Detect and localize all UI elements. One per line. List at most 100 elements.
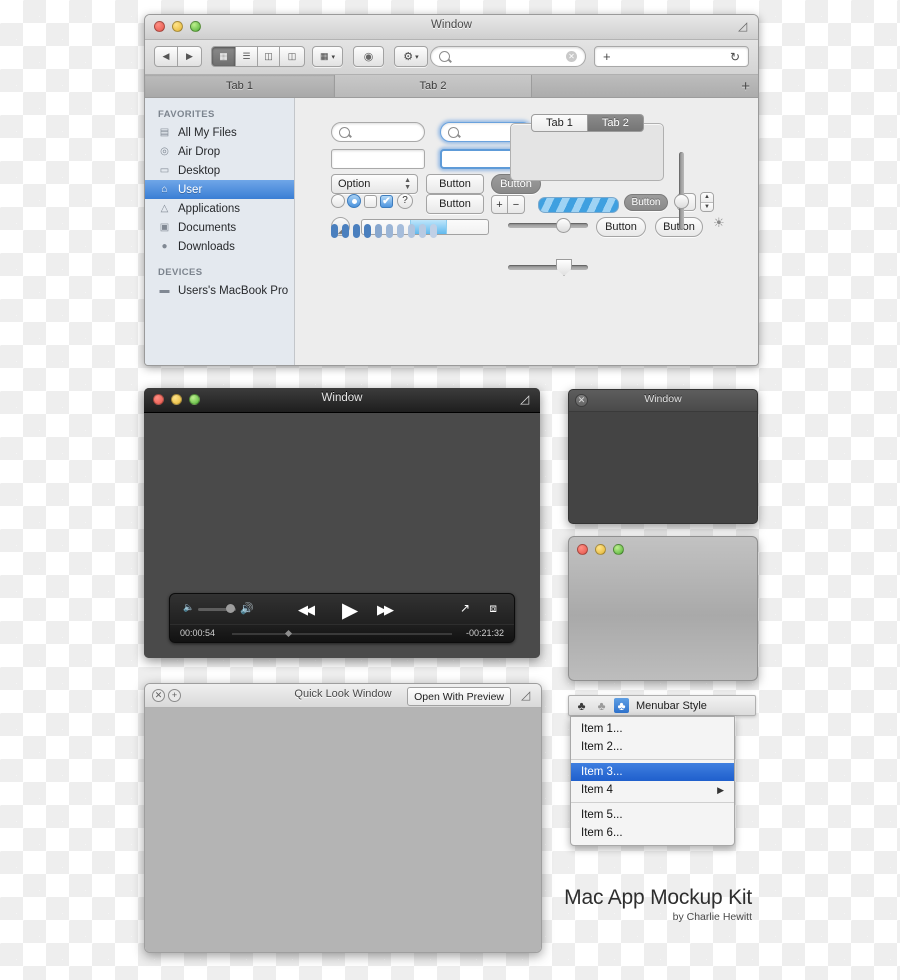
clear-search-icon[interactable]: ✕ <box>566 51 577 62</box>
text-field-plain[interactable] <box>331 149 425 169</box>
help-button[interactable]: ? <box>397 193 413 209</box>
radio-off[interactable] <box>331 194 345 208</box>
sidebar-item-documents[interactable]: ▣ Documents <box>145 218 294 237</box>
scrubber-track[interactable] <box>232 633 452 635</box>
new-tab-button[interactable]: + <box>532 75 758 97</box>
reload-icon[interactable]: ↻ <box>730 50 740 64</box>
list-view-icon[interactable]: ☰ <box>236 46 258 67</box>
nav-segmented-control[interactable]: ◀ ▶ <box>154 46 202 67</box>
window-traffic-lights[interactable] <box>577 544 624 555</box>
fullscreen-icon[interactable]: ◿ <box>738 20 750 32</box>
menu-item-2[interactable]: Item 2... <box>571 738 734 756</box>
sidebar-item-user[interactable]: ⌂ User <box>145 180 294 199</box>
slider-round[interactable] <box>508 216 588 234</box>
sidebar-item-macbook-pro[interactable]: ▬ Users's MacBook Pro <box>145 281 294 300</box>
sidebar-item-applications[interactable]: △ Applications <box>145 199 294 218</box>
column-view-icon[interactable]: ◫ <box>258 46 280 67</box>
menu-item-4[interactable]: Item 4 ▶ <box>571 781 734 799</box>
chevron-down-icon: ▾ <box>415 53 419 61</box>
slider-knob[interactable] <box>674 194 689 209</box>
button-round-1[interactable]: Button <box>596 217 646 237</box>
quicklook-button[interactable]: ◉ <box>353 46 384 67</box>
extension-icon-gray[interactable]: ♣ <box>594 698 609 713</box>
sidebar-item-air-drop[interactable]: ◎ Air Drop <box>145 142 294 161</box>
fast-forward-button[interactable]: ▶▶ <box>377 602 394 618</box>
url-input[interactable]: + ↻ <box>594 46 749 67</box>
menu-item-1[interactable]: Item 1... <box>571 720 734 738</box>
video-area[interactable]: 🔈 🔊 ◀◀ ▶ ▶▶ ↗ ⧈ 00:00:54 -00:21:32 <box>144 413 540 658</box>
downloads-icon: ● <box>161 241 168 252</box>
window-title: Window <box>431 19 472 31</box>
option-popup-button[interactable]: Option ▲ ▼ <box>331 174 418 194</box>
back-button[interactable]: ◀ <box>154 46 178 67</box>
quicklook-titlebar: ✕ + Quick Look Window Open With Preview … <box>145 684 541 708</box>
button-normal-1[interactable]: Button <box>426 174 484 194</box>
fullscreen-icon[interactable]: ◿ <box>521 689 533 701</box>
view-mode-segmented-control[interactable]: ▦ ☰ ◫ ◫ <box>211 46 305 67</box>
plus-icon[interactable]: + <box>491 195 508 214</box>
search-field-plain[interactable] <box>331 122 425 142</box>
up-down-stepper[interactable]: ▲ ▼ <box>700 192 714 212</box>
vertical-slider[interactable] <box>673 152 689 230</box>
expand-fullscreen-icon[interactable]: ⧈ <box>489 601 497 616</box>
zoom-button[interactable] <box>613 544 624 555</box>
button-normal-2[interactable]: Button <box>426 194 484 214</box>
radio-on[interactable] <box>347 194 361 208</box>
tabview-tab-1[interactable]: Tab 1 <box>531 114 588 132</box>
tab-view-tabs[interactable]: Tab 1 Tab 2 <box>531 114 644 132</box>
sidebar-item-label: Documents <box>178 221 237 234</box>
slider-tick[interactable] <box>508 258 588 276</box>
menubar-title[interactable]: Menubar Style <box>636 700 707 712</box>
sidebar-item-label: Desktop <box>178 164 221 177</box>
menu-item-label: Item 5... <box>581 809 623 821</box>
slider-knob[interactable] <box>556 259 572 276</box>
player-controls-bar: 🔈 🔊 ◀◀ ▶ ▶▶ ↗ ⧈ 00:00:54 -00:21:32 <box>169 593 515 643</box>
volume-knob[interactable] <box>226 604 235 613</box>
minus-icon[interactable]: − <box>508 195 525 214</box>
rewind-button[interactable]: ◀◀ <box>298 602 315 618</box>
play-button[interactable]: ▶ <box>342 598 358 623</box>
media-player-window: Window ◿ 🔈 🔊 ◀◀ ▶ ▶▶ ↗ ⧈ 00:00:54 -00:21… <box>144 388 540 658</box>
forward-button[interactable]: ▶ <box>178 46 202 67</box>
sidebar-item-downloads[interactable]: ● Downloads <box>145 237 294 256</box>
search-icon <box>439 51 450 62</box>
search-input[interactable]: ✕ <box>430 46 586 67</box>
close-button[interactable] <box>577 544 588 555</box>
dropdown-menu[interactable]: Item 1... Item 2... Item 3... Item 4 ▶ I… <box>570 716 735 846</box>
tab-2[interactable]: Tab 2 <box>335 75 532 97</box>
sidebar-item-desktop[interactable]: ▭ Desktop <box>145 161 294 180</box>
fullscreen-icon[interactable]: ◿ <box>520 393 532 405</box>
slider-knob[interactable] <box>556 218 571 233</box>
finder-tab-bar[interactable]: Tab 1 Tab 2 + <box>145 75 758 98</box>
grid-view-icon[interactable]: ▦ <box>211 46 236 67</box>
menu-item-5[interactable]: Item 5... <box>571 806 734 824</box>
extension-icon-selected[interactable]: ♣ <box>614 698 629 713</box>
stepper-down-icon[interactable]: ▼ <box>701 202 713 211</box>
menu-item-6[interactable]: Item 6... <box>571 824 734 842</box>
tab-1[interactable]: Tab 1 <box>145 75 335 97</box>
tabview-tab-2[interactable]: Tab 2 <box>587 114 644 132</box>
up-down-arrows-icon: ▲ ▼ <box>404 177 411 191</box>
stepper-up-icon[interactable]: ▲ <box>701 193 713 203</box>
menu-item-3[interactable]: Item 3... <box>571 763 734 781</box>
arrange-button[interactable]: ▦ ▾ <box>312 46 343 67</box>
checkbox-off[interactable] <box>364 195 377 208</box>
volume-high-icon[interactable]: 🔊 <box>240 602 254 615</box>
kit-title: Mac App Mockup Kit <box>564 886 752 909</box>
checkbox-on[interactable]: ✔ <box>380 195 393 208</box>
action-gear-button[interactable]: ⚙ ▾ <box>394 46 428 67</box>
minimize-button[interactable] <box>595 544 606 555</box>
scrubber-knob[interactable] <box>284 629 293 638</box>
sidebar-item-all-my-files[interactable]: ▤ All My Files <box>145 123 294 142</box>
plus-minus-stepper[interactable]: + − <box>491 195 525 214</box>
laptop-icon: ▬ <box>159 285 170 296</box>
volume-low-icon[interactable]: 🔈 <box>183 602 194 613</box>
extension-icon-dark[interactable]: ♣ <box>574 698 589 713</box>
open-with-preview-button[interactable]: Open With Preview <box>407 687 511 706</box>
gear-icon: ⚙ <box>403 51 414 63</box>
add-icon[interactable]: + <box>603 49 611 64</box>
button-dark-2[interactable]: Button <box>624 194 668 211</box>
share-icon[interactable]: ↗ <box>460 601 470 615</box>
home-icon: ⌂ <box>161 184 168 195</box>
coverflow-view-icon[interactable]: ◫ <box>280 46 305 67</box>
